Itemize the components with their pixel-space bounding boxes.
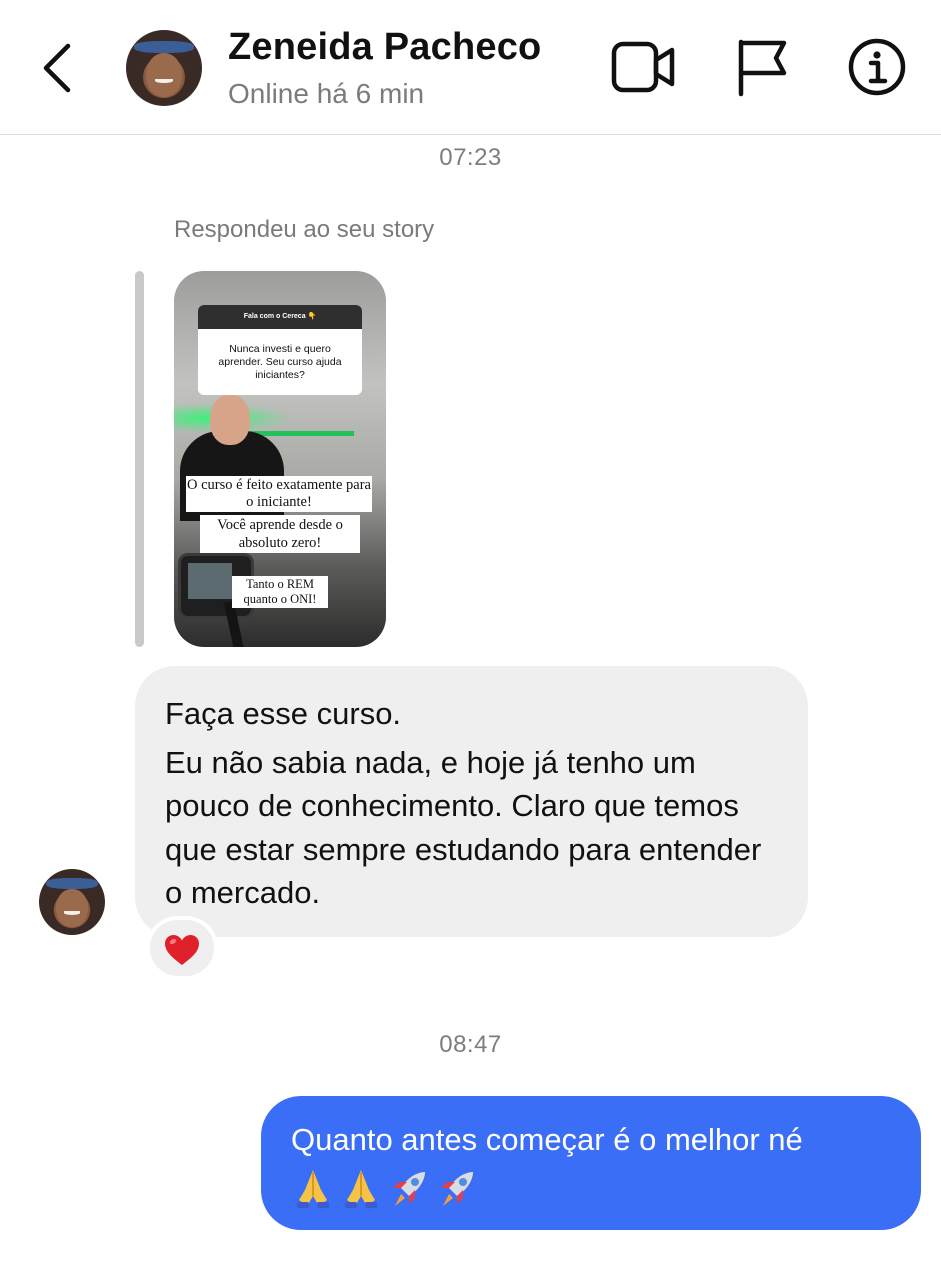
reply-indicator-bar xyxy=(135,271,144,647)
chat-header: Zeneida Pacheco Online há 6 min xyxy=(0,0,941,135)
story-caption: O curso é feito exatamente para o inicia… xyxy=(186,476,372,512)
rocket-icon xyxy=(441,1172,473,1206)
chevron-left-icon xyxy=(43,43,71,93)
story-reply-label: Respondeu ao seu story xyxy=(174,216,435,243)
story-caption: Você aprende desde o absoluto zero! xyxy=(200,515,360,553)
message-emojis xyxy=(291,1166,891,1210)
story-question-text: Nunca investi e quero aprender. Seu curs… xyxy=(218,343,342,381)
incoming-message-bubble[interactable]: Faça esse curso. Eu não sabia nada, e ho… xyxy=(135,666,808,937)
sender-avatar[interactable] xyxy=(39,869,105,935)
story-thumbnail[interactable]: Fala com o Cereca 👇 Nunca investi e quer… xyxy=(174,271,386,647)
info-icon xyxy=(848,38,906,96)
praying-hands-icon xyxy=(345,1170,377,1208)
story-question-header: Fala com o Cereca 👇 xyxy=(198,305,362,329)
rocket-icon xyxy=(393,1172,425,1206)
back-button[interactable] xyxy=(36,38,80,98)
flag-icon xyxy=(738,39,787,97)
outgoing-message-bubble[interactable]: Quanto antes começar é o melhor né xyxy=(261,1096,921,1230)
video-call-button[interactable] xyxy=(610,36,676,98)
heart-icon xyxy=(165,935,199,965)
contact-avatar[interactable] xyxy=(126,30,202,106)
message-timestamp: 07:23 xyxy=(439,144,502,171)
message-timestamp: 08:47 xyxy=(439,1031,502,1058)
report-button[interactable] xyxy=(734,36,790,98)
praying-hands-icon xyxy=(297,1170,329,1208)
contact-status: Online há 6 min xyxy=(228,78,425,109)
contact-name[interactable]: Zeneida Pacheco xyxy=(228,26,541,69)
message-text: Quanto antes começar é o melhor né xyxy=(291,1122,803,1157)
story-caption: Tanto o REM quanto o ONI! xyxy=(232,576,328,608)
story-question-card: Fala com o Cereca 👇 Nunca investi e quer… xyxy=(198,305,362,395)
video-camera-icon xyxy=(611,41,675,93)
info-button[interactable] xyxy=(846,36,908,98)
message-text: Eu não sabia nada, e hoje já tenho um po… xyxy=(165,744,762,911)
message-text: Faça esse curso. xyxy=(165,696,402,731)
message-reaction[interactable] xyxy=(146,916,218,980)
